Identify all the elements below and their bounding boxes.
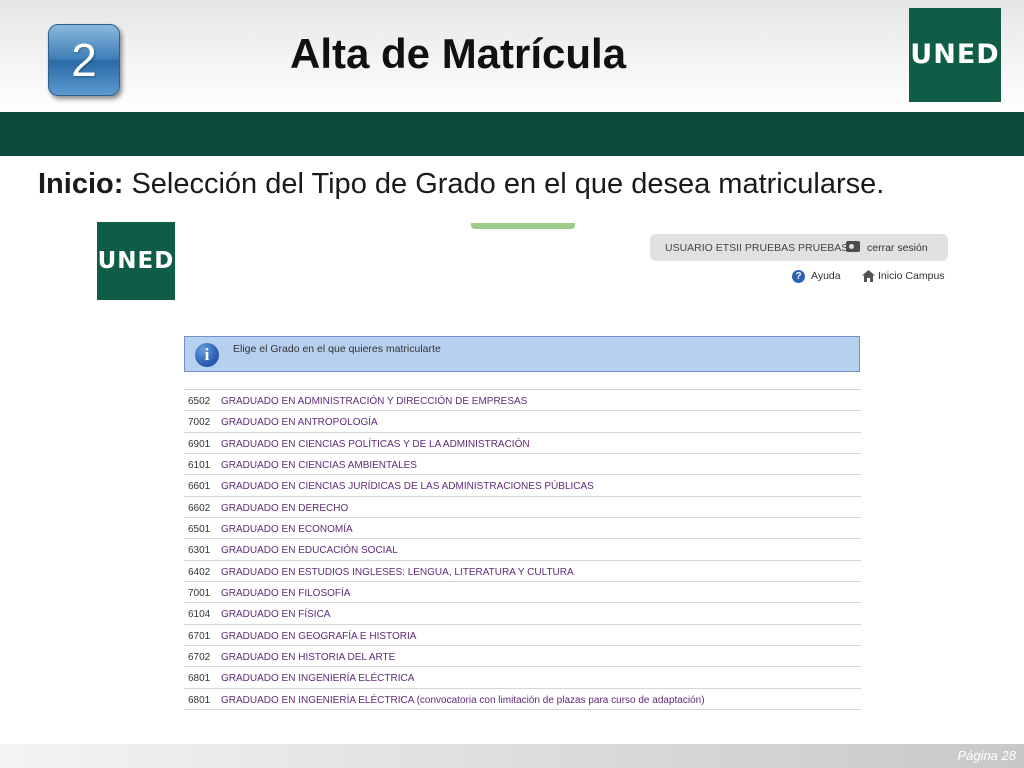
degree-row[interactable]: 6501 GRADUADO EN ECONOMÍA — [184, 518, 861, 540]
degree-row[interactable]: 7002 GRADUADO EN ANTROPOLOGÍA — [184, 411, 861, 433]
degree-link[interactable]: GRADUADO EN INGENIERÍA ELÉCTRICA — [221, 673, 414, 684]
degree-row[interactable]: 6801 GRADUADO EN INGENIERÍA ELÉCTRICA — [184, 667, 861, 689]
degree-link[interactable]: GRADUADO EN CIENCIAS POLÍTICAS Y DE LA A… — [221, 439, 530, 450]
info-message: Elige el Grado en el que quieres matricu… — [233, 343, 441, 355]
degree-code: 6901 — [188, 438, 211, 450]
app-uned-logo[interactable]: UNED — [97, 222, 175, 300]
degree-link[interactable]: GRADUADO EN HISTORIA DEL ARTE — [221, 652, 395, 663]
subtitle-bold: Inicio: — [38, 168, 124, 200]
degree-code: 7002 — [188, 417, 211, 429]
degree-code: 6702 — [188, 652, 211, 664]
degree-link[interactable]: GRADUADO EN ECONOMÍA — [221, 524, 353, 535]
degree-link[interactable]: GRADUADO EN CIENCIAS JURÍDICAS DE LAS AD… — [221, 481, 594, 492]
degree-link[interactable]: GRADUADO EN INGENIERÍA ELÉCTRICA (convoc… — [221, 695, 705, 706]
degree-row[interactable]: 6104 GRADUADO EN FÍSICA — [184, 603, 861, 625]
degree-row[interactable]: 7001 GRADUADO EN FILOSOFÍA — [184, 582, 861, 604]
degree-code: 6701 — [188, 630, 211, 642]
slide-title: Alta de Matrícula — [290, 30, 627, 77]
user-bar: USUARIO ETSII PRUEBAS PRUEBAS cerrar ses… — [650, 234, 948, 261]
slide-subtitle: Inicio: Selección del Tipo de Grado en e… — [38, 168, 884, 201]
degree-row[interactable]: 6701 GRADUADO EN GEOGRAFÍA E HISTORIA — [184, 625, 861, 647]
degree-code: 6101 — [188, 460, 211, 472]
info-icon: i — [195, 343, 219, 367]
degree-row[interactable]: 6602 GRADUADO EN DERECHO — [184, 497, 861, 519]
logout-link[interactable]: cerrar sesión — [867, 242, 928, 254]
home-campus-link[interactable]: Inicio Campus — [878, 270, 945, 282]
degree-link[interactable]: GRADUADO EN ANTROPOLOGÍA — [221, 417, 378, 428]
degree-code: 6801 — [188, 694, 211, 706]
step-number-badge: 2 — [48, 24, 120, 96]
degree-row[interactable]: 6101 GRADUADO EN CIENCIAS AMBIENTALES — [184, 454, 861, 476]
key-icon — [846, 241, 860, 252]
degree-code: 6602 — [188, 502, 211, 514]
home-icon[interactable] — [862, 270, 875, 282]
slide-green-bar — [0, 112, 1024, 156]
degree-code: 7001 — [188, 588, 211, 600]
degree-code: 6601 — [188, 481, 211, 493]
app-top-tab — [471, 223, 575, 229]
degree-row[interactable]: 6702 GRADUADO EN HISTORIA DEL ARTE — [184, 646, 861, 668]
degree-row[interactable]: 6601 GRADUADO EN CIENCIAS JURÍDICAS DE LA… — [184, 475, 861, 497]
degree-row[interactable]: 6901 GRADUADO EN CIENCIAS POLÍTICAS Y DE … — [184, 433, 861, 455]
page-number: Página 28 — [957, 748, 1016, 763]
degree-code: 6104 — [188, 609, 211, 621]
degree-row[interactable]: 6801 GRADUADO EN INGENIERÍA ELÉCTRICA (co… — [184, 689, 861, 711]
degree-link[interactable]: GRADUADO EN DERECHO — [221, 503, 348, 514]
degree-row[interactable]: 6301 GRADUADO EN EDUCACIÓN SOCIAL — [184, 539, 861, 561]
subtitle-text: Selección del Tipo de Grado en el que de… — [123, 168, 885, 200]
degree-row[interactable]: 6502 GRADUADO EN ADMINISTRACIÓN Y DIRECCI… — [184, 390, 861, 412]
user-name: USUARIO ETSII PRUEBAS PRUEBAS — [665, 242, 849, 254]
degree-link[interactable]: GRADUADO EN GEOGRAFÍA E HISTORIA — [221, 631, 416, 642]
degree-code: 6301 — [188, 545, 211, 557]
info-message-box: i Elige el Grado en el que quieres matri… — [184, 336, 860, 372]
degree-link[interactable]: GRADUADO EN ADMINISTRACIÓN Y DIRECCIÓN D… — [221, 396, 527, 407]
degree-link[interactable]: GRADUADO EN ESTUDIOS INGLESES: LENGUA, L… — [221, 567, 574, 578]
degree-code: 6502 — [188, 396, 211, 407]
uned-logo: UNED — [909, 8, 1001, 102]
help-link[interactable]: Ayuda — [811, 270, 841, 282]
degree-code: 6801 — [188, 673, 211, 685]
help-icon[interactable]: ? — [792, 270, 805, 283]
degree-link[interactable]: GRADUADO EN EDUCACIÓN SOCIAL — [221, 545, 398, 556]
degree-row[interactable]: 6402 GRADUADO EN ESTUDIOS INGLESES: LENGU… — [184, 561, 861, 583]
degree-list: 6502 GRADUADO EN ADMINISTRACIÓN Y DIRECCI… — [184, 389, 861, 711]
degree-link[interactable]: GRADUADO EN CIENCIAS AMBIENTALES — [221, 460, 417, 471]
slide-footer: Página 28 — [0, 744, 1024, 768]
degree-code: 6501 — [188, 524, 211, 536]
degree-link[interactable]: GRADUADO EN FÍSICA — [221, 609, 330, 620]
degree-code: 6402 — [188, 566, 211, 578]
degree-link[interactable]: GRADUADO EN FILOSOFÍA — [221, 588, 350, 599]
